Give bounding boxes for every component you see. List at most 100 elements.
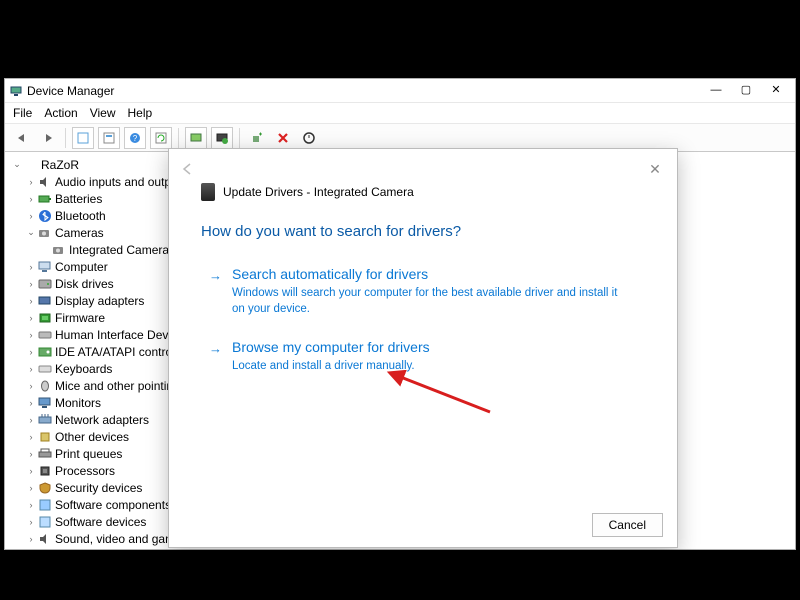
tree-label: Other devices bbox=[55, 430, 129, 444]
device-category-icon bbox=[37, 192, 53, 206]
uninstall-button[interactable] bbox=[272, 127, 294, 149]
option-search-automatically[interactable]: → Search automatically for drivers Windo… bbox=[169, 250, 677, 323]
tree-label: Integrated Camera bbox=[69, 243, 169, 257]
tree-label: Software devices bbox=[55, 515, 146, 529]
expander-icon[interactable]: › bbox=[25, 466, 37, 476]
menu-view[interactable]: View bbox=[90, 106, 116, 120]
expander-icon[interactable]: › bbox=[25, 449, 37, 459]
device-category-icon bbox=[37, 413, 53, 427]
refresh-button[interactable] bbox=[150, 127, 172, 149]
device-category-icon bbox=[51, 243, 67, 257]
tree-label: Disk drives bbox=[55, 277, 114, 291]
option-title: Browse my computer for drivers bbox=[232, 339, 430, 355]
expander-icon[interactable]: › bbox=[25, 483, 37, 493]
svg-text:?: ? bbox=[133, 134, 138, 143]
tree-label: RaZoR bbox=[41, 158, 79, 172]
forward-button[interactable] bbox=[37, 127, 59, 149]
tree-label: Keyboards bbox=[55, 362, 112, 376]
expander-icon[interactable]: › bbox=[25, 517, 37, 527]
cancel-button[interactable]: Cancel bbox=[592, 513, 663, 537]
device-category-icon bbox=[37, 328, 53, 342]
device-icon bbox=[201, 183, 215, 201]
titlebar: Device Manager — ▢ ✕ bbox=[5, 79, 795, 103]
minimize-button[interactable]: — bbox=[701, 80, 731, 102]
device-category-icon bbox=[23, 158, 39, 172]
option-browse-computer[interactable]: → Browse my computer for drivers Locate … bbox=[169, 323, 677, 381]
expander-icon[interactable]: › bbox=[25, 432, 37, 442]
expander-icon[interactable]: › bbox=[25, 364, 37, 374]
device-category-icon bbox=[37, 430, 53, 444]
dialog-header: Update Drivers - Integrated Camera bbox=[169, 183, 677, 201]
window-title: Device Manager bbox=[27, 84, 114, 98]
scan-button[interactable] bbox=[185, 127, 207, 149]
device-category-icon bbox=[37, 498, 53, 512]
menu-file[interactable]: File bbox=[13, 106, 32, 120]
tree-label: Computer bbox=[55, 260, 108, 274]
expander-icon[interactable]: ⌄ bbox=[25, 227, 37, 238]
device-category-icon bbox=[37, 515, 53, 529]
menu-action[interactable]: Action bbox=[44, 106, 77, 120]
expander-icon[interactable]: ⌄ bbox=[11, 159, 23, 170]
dialog-footer: Cancel bbox=[592, 513, 663, 537]
tree-label: Monitors bbox=[55, 396, 101, 410]
device-category-icon bbox=[37, 532, 53, 546]
expander-icon[interactable]: › bbox=[25, 347, 37, 357]
update-drivers-dialog: ✕ Update Drivers - Integrated Camera How… bbox=[168, 148, 678, 548]
device-category-icon bbox=[37, 175, 53, 189]
expander-icon[interactable]: › bbox=[25, 415, 37, 425]
properties-button[interactable] bbox=[98, 127, 120, 149]
tree-label: Security devices bbox=[55, 481, 142, 495]
toolbar-separator bbox=[65, 128, 66, 148]
tree-label: Cameras bbox=[55, 226, 104, 240]
expander-icon[interactable]: › bbox=[25, 262, 37, 272]
expander-icon[interactable]: › bbox=[25, 211, 37, 221]
tree-label: Software components bbox=[55, 498, 171, 512]
menubar: File Action View Help bbox=[5, 103, 795, 124]
toolbar-separator bbox=[178, 128, 179, 148]
tree-label: Print queues bbox=[55, 447, 122, 461]
device-category-icon bbox=[37, 379, 53, 393]
menu-help[interactable]: Help bbox=[128, 106, 153, 120]
close-button[interactable]: ✕ bbox=[761, 80, 791, 102]
device-category-icon bbox=[37, 294, 53, 308]
device-category-icon bbox=[37, 277, 53, 291]
window-controls: — ▢ ✕ bbox=[701, 80, 791, 102]
tree-label: Batteries bbox=[55, 192, 102, 206]
dialog-back-button[interactable] bbox=[177, 158, 199, 180]
add-device-button[interactable] bbox=[246, 127, 268, 149]
toolbar-separator bbox=[239, 128, 240, 148]
expander-icon[interactable]: › bbox=[25, 330, 37, 340]
device-category-icon bbox=[37, 362, 53, 376]
dialog-close-button[interactable]: ✕ bbox=[641, 155, 669, 183]
expander-icon[interactable]: › bbox=[25, 534, 37, 544]
tree-label: Firmware bbox=[55, 311, 105, 325]
expander-icon[interactable]: › bbox=[25, 381, 37, 391]
device-category-icon bbox=[37, 396, 53, 410]
device-category-icon bbox=[37, 447, 53, 461]
tree-label: Display adapters bbox=[55, 294, 144, 308]
tree-label: Network adapters bbox=[55, 413, 149, 427]
device-category-icon bbox=[37, 209, 53, 223]
device-category-icon bbox=[37, 226, 53, 240]
option-desc: Windows will search your computer for th… bbox=[232, 286, 622, 317]
expander-icon[interactable]: › bbox=[25, 296, 37, 306]
expander-icon[interactable]: › bbox=[25, 279, 37, 289]
option-desc: Locate and install a driver manually. bbox=[232, 359, 430, 375]
expander-icon[interactable]: › bbox=[25, 398, 37, 408]
enable-button[interactable] bbox=[298, 127, 320, 149]
dialog-title: Update Drivers - Integrated Camera bbox=[223, 185, 414, 199]
device-category-icon bbox=[37, 464, 53, 478]
back-button[interactable] bbox=[11, 127, 33, 149]
tree-label: Processors bbox=[55, 464, 115, 478]
maximize-button[interactable]: ▢ bbox=[731, 80, 761, 102]
show-hidden-button[interactable] bbox=[72, 127, 94, 149]
update-driver-button[interactable] bbox=[211, 127, 233, 149]
expander-icon[interactable]: › bbox=[25, 313, 37, 323]
arrow-right-icon: → bbox=[209, 268, 222, 317]
device-category-icon bbox=[37, 260, 53, 274]
help-button[interactable]: ? bbox=[124, 127, 146, 149]
expander-icon[interactable]: › bbox=[25, 177, 37, 187]
tree-label: Bluetooth bbox=[55, 209, 106, 223]
expander-icon[interactable]: › bbox=[25, 194, 37, 204]
expander-icon[interactable]: › bbox=[25, 500, 37, 510]
